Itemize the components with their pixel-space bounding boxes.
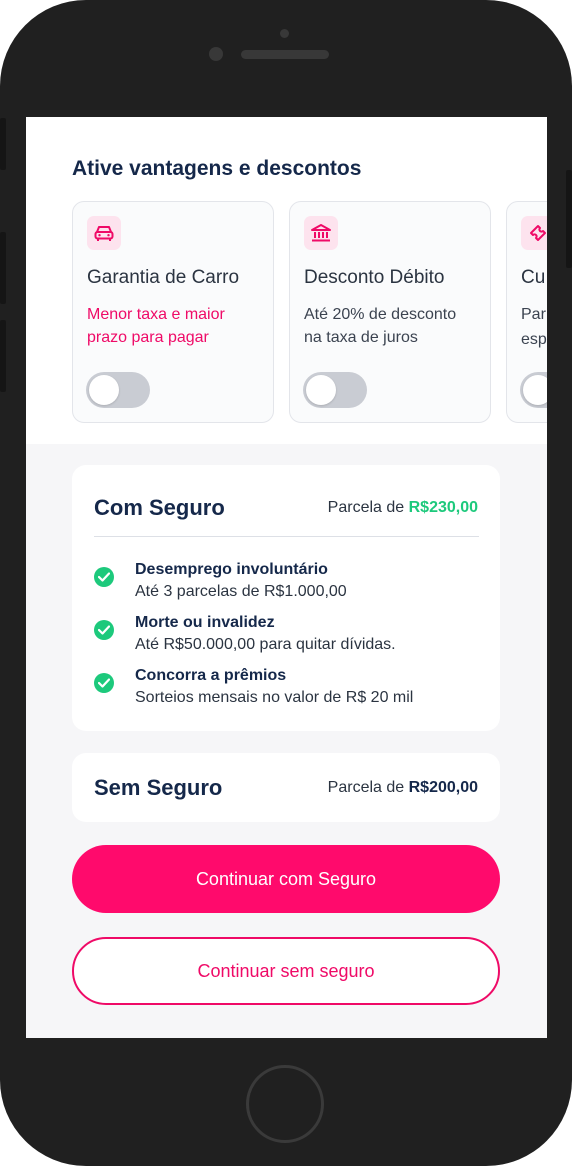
card-garantia-carro[interactable]: Garantia de Carro Menor taxa e maior pra… [72,201,274,423]
benefit-title: Desemprego involuntário [135,561,328,578]
benefit-title: Concorra a prêmios [135,667,287,684]
divider [94,536,479,537]
com-seguro-option[interactable]: Com Seguro Parcela de R$230,00 Desempreg… [72,465,500,731]
continue-without-insurance-button[interactable]: Continuar sem seguro [72,937,500,1005]
check-icon [94,620,114,640]
sem-seguro-price: Parcela de R$200,00 [328,779,478,797]
volume-down-button [0,320,6,392]
benefit-description: Sorteios mensais no valor de R$ 20 mil [135,689,414,706]
card-description-line: Menor taxa e maior [87,306,225,323]
app-screen: Ative vantagens e descontos Garantia de … [26,117,547,1038]
card-partial[interactable]: Cu Par esp [506,201,547,423]
card-description: Até 20% de desconto na taxa de juros [304,303,484,349]
ticket-icon [521,216,547,250]
card-description: Par esp [521,303,547,351]
bank-icon [304,216,338,250]
toggle-switch[interactable] [303,372,367,408]
card-description-line: prazo para pagar [87,329,209,346]
advantages-carousel[interactable]: Garantia de Carro Menor taxa e maior pra… [72,201,547,423]
sem-seguro-title: Sem Seguro [94,775,223,800]
sem-seguro-option[interactable]: Sem Seguro Parcela de R$200,00 [72,753,500,822]
section-title: Ative vantagens e descontos [72,157,362,180]
toggle-switch[interactable] [86,372,150,408]
com-seguro-title: Com Seguro [94,495,225,520]
card-description-line: esp [521,331,547,348]
benefit-description: Até 3 parcelas de R$1.000,00 [135,583,347,600]
home-button[interactable] [246,1065,324,1143]
power-button [566,170,572,268]
benefit-title: Morte ou invalidez [135,614,275,631]
card-description: Menor taxa e maior prazo para pagar [87,303,267,349]
price-value: R$200,00 [408,779,478,796]
advantages-section: Ative vantagens e descontos Garantia de … [26,117,547,444]
price-label: Parcela de [327,499,409,516]
toggle-knob [523,375,547,405]
benefit-description: Até R$50.000,00 para quitar dívidas. [135,636,396,653]
car-icon [87,216,121,250]
card-description-line: na taxa de juros [304,329,418,346]
proximity-sensor [280,29,289,38]
check-icon [94,567,114,587]
front-camera [209,47,223,61]
toggle-switch[interactable] [520,372,547,408]
toggle-knob [89,375,119,405]
card-description-line: Até 20% de desconto [304,306,457,323]
continue-with-insurance-button[interactable]: Continuar com Seguro [72,845,500,913]
mute-switch [0,118,6,170]
com-seguro-price: Parcela de R$230,00 [328,499,478,517]
card-title: Garantia de Carro [87,267,240,288]
check-icon [94,673,114,693]
card-title: Cu [521,267,546,288]
card-desconto-debito[interactable]: Desconto Débito Até 20% de desconto na t… [289,201,491,423]
price-label: Parcela de [327,779,409,796]
volume-up-button [0,232,6,304]
phone-frame: Ative vantagens e descontos Garantia de … [0,0,572,1166]
price-value: R$230,00 [408,499,478,516]
earpiece-speaker [241,50,329,59]
card-title: Desconto Débito [304,267,445,288]
toggle-knob [306,375,336,405]
card-description-line: Par [521,306,546,323]
